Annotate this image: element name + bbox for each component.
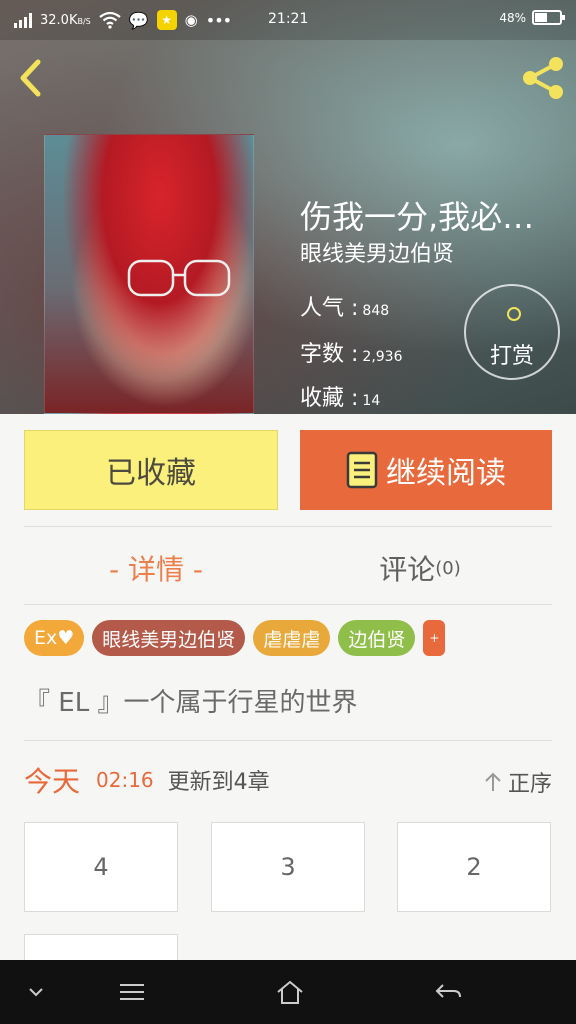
book-description: 『 EL 』一个属于行星的世界 (24, 688, 358, 718)
share-button[interactable] (518, 54, 568, 102)
update-time: 02:16 (96, 768, 154, 792)
wifi-icon (99, 11, 121, 29)
star-app-icon: ★ (156, 10, 177, 30)
favorited-button[interactable]: 已收藏 (24, 430, 278, 510)
chapter-button[interactable]: 4 (24, 822, 178, 912)
book-cover-image[interactable] (44, 134, 254, 414)
battery-percent: 48% (499, 10, 526, 25)
back-arrow-icon (435, 984, 461, 998)
favorites-stat: 收藏 :14 (300, 386, 381, 411)
chevron-down-icon (29, 988, 43, 997)
divider (24, 604, 552, 605)
tag-chip[interactable]: 边伯贤 (338, 620, 416, 656)
chapter-button[interactable]: 2 (397, 822, 551, 912)
coin-icon (507, 307, 521, 321)
clock: 21:21 (268, 11, 309, 27)
more-notifications-icon: ••• (205, 10, 232, 30)
divider (24, 526, 552, 527)
back-button[interactable] (14, 56, 50, 100)
tag-chip[interactable]: 虐虐虐 (253, 620, 331, 656)
weibo-icon: ◉ (184, 11, 198, 29)
reward-button[interactable]: 打赏 (464, 284, 560, 380)
tag-list: Ex♥ 眼线美男边伯贤 虐虐虐 边伯贤 + (24, 620, 446, 656)
menu-nav-button[interactable] (112, 960, 152, 1024)
signal-icon (14, 12, 32, 28)
home-icon (277, 980, 303, 1004)
arrow-up-icon (485, 772, 501, 791)
divider (24, 740, 552, 741)
popularity-stat: 人气 :848 (300, 296, 390, 321)
word-count-stat: 字数 :2,936 (300, 342, 403, 367)
book-header: 32.0KB/S 💬 ★ ◉ ••• 21:21 48% 伤我一分,我必… 眼线… (0, 0, 576, 414)
home-nav-button[interactable] (268, 960, 312, 1024)
wechat-icon: 💬 (128, 10, 149, 30)
system-nav-bar (0, 960, 576, 1024)
battery-icon (532, 10, 565, 25)
tab-comments[interactable]: 评论 (0) (288, 540, 552, 596)
tag-chip[interactable]: 眼线美男边伯贤 (92, 620, 246, 656)
update-text: 更新到4章 (167, 770, 270, 795)
add-tag-button[interactable]: + (423, 620, 446, 656)
cover-illustration (127, 259, 231, 297)
back-nav-button[interactable] (428, 960, 468, 1024)
network-speed: 32.0KB/S (40, 12, 91, 28)
menu-icon (120, 984, 144, 1000)
continue-reading-button[interactable]: 继续阅读 (300, 430, 552, 510)
sort-order-button[interactable]: 正序 (484, 766, 552, 798)
book-icon (346, 451, 378, 489)
book-title: 伤我一分,我必… (300, 198, 535, 236)
book-author: 眼线美男边伯贤 (300, 242, 455, 267)
tab-detail[interactable]: - 详情 - (24, 540, 288, 596)
status-bar: 32.0KB/S 💬 ★ ◉ ••• 21:21 48% (0, 0, 576, 40)
tag-chip[interactable]: Ex♥ (24, 620, 85, 656)
chapter-button[interactable]: 3 (211, 822, 365, 912)
update-day: 今天 (24, 765, 81, 798)
hide-nav-button[interactable] (20, 960, 52, 1024)
update-info: 今天 02:16 更新到4章 正序 (24, 760, 552, 800)
